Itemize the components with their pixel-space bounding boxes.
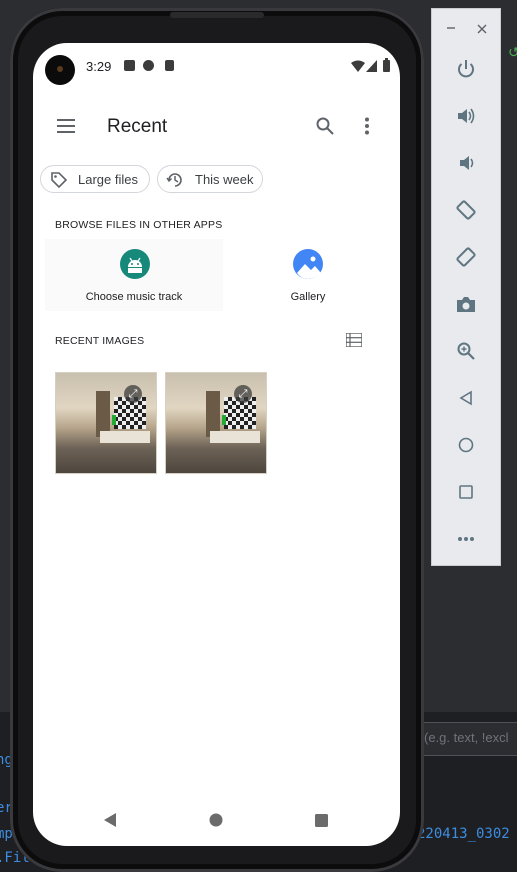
gallery-icon <box>293 249 323 279</box>
android-icon <box>120 249 150 279</box>
nav-back-icon[interactable] <box>103 813 117 827</box>
app-tile-gallery[interactable]: Gallery <box>219 239 397 311</box>
status-bar: 3:29 <box>33 43 400 85</box>
cellular-signal-icon <box>366 60 377 72</box>
power-icon <box>458 60 474 78</box>
overview-button[interactable] <box>454 480 478 504</box>
nav-overview-icon[interactable] <box>315 814 328 827</box>
more-button[interactable] <box>454 527 478 551</box>
volume-up-icon <box>458 108 475 124</box>
status-time: 3:29 <box>86 59 112 74</box>
recent-images-header: RECENT IMAGES <box>55 335 145 347</box>
tv-stand <box>100 431 150 443</box>
rotate-right-icon <box>456 247 476 267</box>
phone-speaker <box>170 12 264 18</box>
camera-icon <box>457 297 475 312</box>
green-bar <box>222 415 226 425</box>
emulator-control-panel <box>431 8 501 566</box>
phone-screen: 3:29 Recent Large files This week BROWSE… <box>33 43 400 846</box>
app-bar: Recent <box>33 103 400 151</box>
phone-frame: 3:29 Recent Large files This week BROWSE… <box>10 8 424 872</box>
more-icon <box>458 537 474 541</box>
home-button[interactable] <box>454 433 478 457</box>
chip-this-week[interactable]: This week <box>157 165 263 193</box>
recent-image-thumbnail[interactable]: ⤢ <box>55 372 157 474</box>
chip-label: Large files <box>78 172 138 187</box>
notification-play-icon <box>143 60 154 71</box>
home-icon <box>458 437 474 453</box>
zoom-button[interactable] <box>454 339 478 363</box>
list-view-icon[interactable] <box>346 333 362 347</box>
ide-green-marker: ↺ <box>508 44 517 60</box>
wifi-icon <box>351 60 365 72</box>
rotate-left-button[interactable] <box>454 198 478 222</box>
tv-stand <box>210 431 260 443</box>
chip-large-files[interactable]: Large files <box>40 165 150 193</box>
volume-down-icon <box>460 156 474 170</box>
notification-a-icon <box>124 60 135 71</box>
volume-down-button[interactable] <box>454 151 478 175</box>
expand-icon[interactable]: ⤢ <box>234 385 252 403</box>
search-icon[interactable] <box>316 117 334 135</box>
close-icon[interactable] <box>477 24 487 34</box>
ide-search-hint: (e.g. text, !excl <box>424 730 509 745</box>
sd-card-icon <box>165 60 174 71</box>
browse-section-header: BROWSE FILES IN OTHER APPS <box>55 219 223 231</box>
overview-icon <box>459 485 473 499</box>
chip-label: This week <box>195 172 254 187</box>
back-icon <box>459 390 472 406</box>
more-vert-icon[interactable] <box>364 117 370 135</box>
back-button[interactable] <box>454 386 478 410</box>
nav-home-icon[interactable] <box>209 813 223 827</box>
page-title: Recent <box>107 116 168 137</box>
app-tile-music[interactable]: Choose music track <box>45 239 223 311</box>
expand-icon[interactable]: ⤢ <box>124 385 142 403</box>
app-tile-label: Gallery <box>290 291 326 303</box>
zoom-icon <box>457 342 475 360</box>
rotate-right-button[interactable] <box>454 245 478 269</box>
rotate-left-icon <box>456 200 476 220</box>
label-tag-icon <box>51 172 68 189</box>
system-nav-bar <box>33 796 400 846</box>
battery-icon <box>383 58 390 72</box>
volume-up-button[interactable] <box>454 104 478 128</box>
history-clock-icon <box>166 173 182 187</box>
hamburger-menu-icon[interactable] <box>57 119 75 133</box>
green-bar <box>112 415 116 425</box>
app-tile-label: Choose music track <box>85 291 183 303</box>
power-button[interactable] <box>454 57 478 81</box>
screenshot-button[interactable] <box>454 292 478 316</box>
ide-code-right: 220413_0302 <box>417 826 510 842</box>
minimize-icon[interactable] <box>446 23 456 33</box>
recent-image-thumbnail[interactable]: ⤢ <box>165 372 267 474</box>
camera-cutout <box>45 55 75 85</box>
